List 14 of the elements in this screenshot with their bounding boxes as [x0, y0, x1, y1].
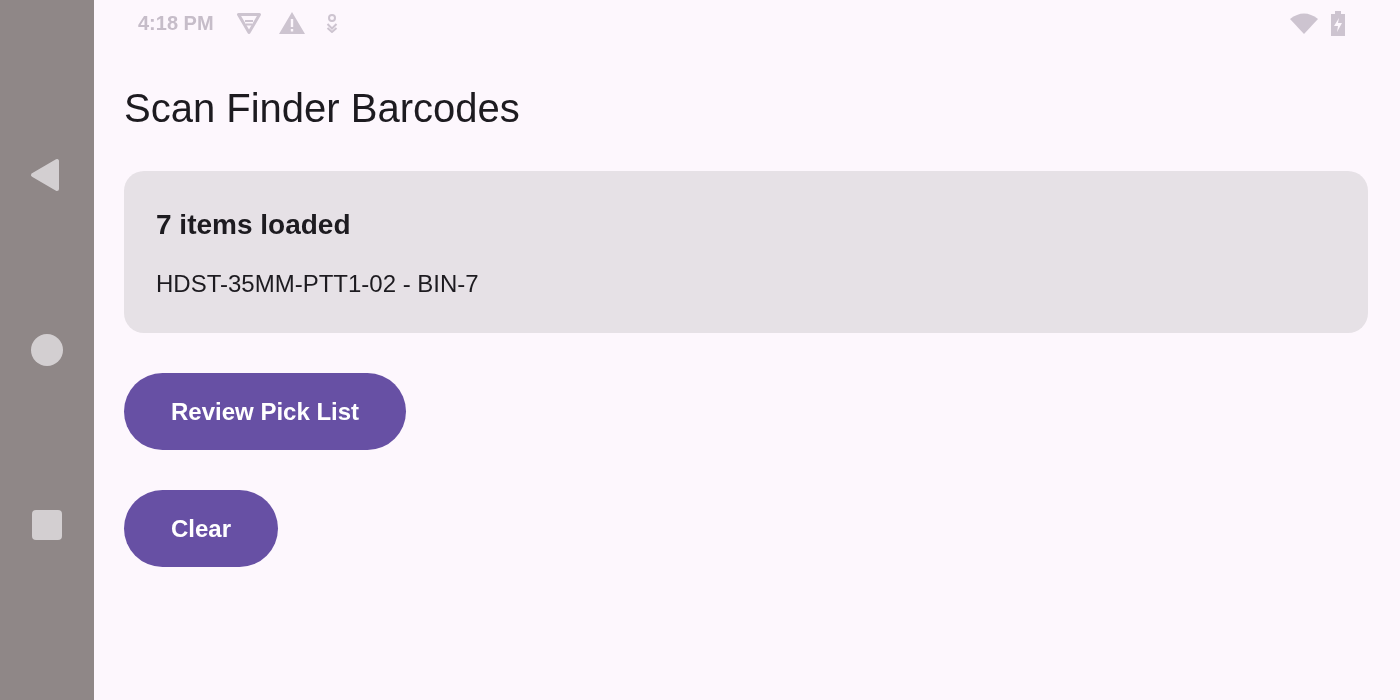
review-pick-list-button[interactable]: Review Pick List — [124, 373, 407, 450]
circle-chevron-icon — [325, 13, 338, 33]
back-icon[interactable] — [30, 158, 60, 192]
clear-button[interactable]: Clear — [124, 490, 279, 567]
status-time: 4:18 PM — [138, 11, 214, 35]
warning-icon — [277, 11, 306, 35]
screen-title: Scan Finder Barcodes — [124, 85, 520, 132]
battery-charging-icon — [1330, 10, 1346, 36]
outlined-triangle-icon — [235, 11, 262, 35]
recents-icon[interactable] — [32, 510, 62, 540]
item-bin-text: HDST-35MM-PTT1-02 - BIN-7 — [156, 269, 479, 299]
items-count-heading: 7 items loaded — [156, 208, 351, 242]
home-icon[interactable] — [31, 334, 63, 366]
wifi-icon — [1290, 12, 1318, 34]
